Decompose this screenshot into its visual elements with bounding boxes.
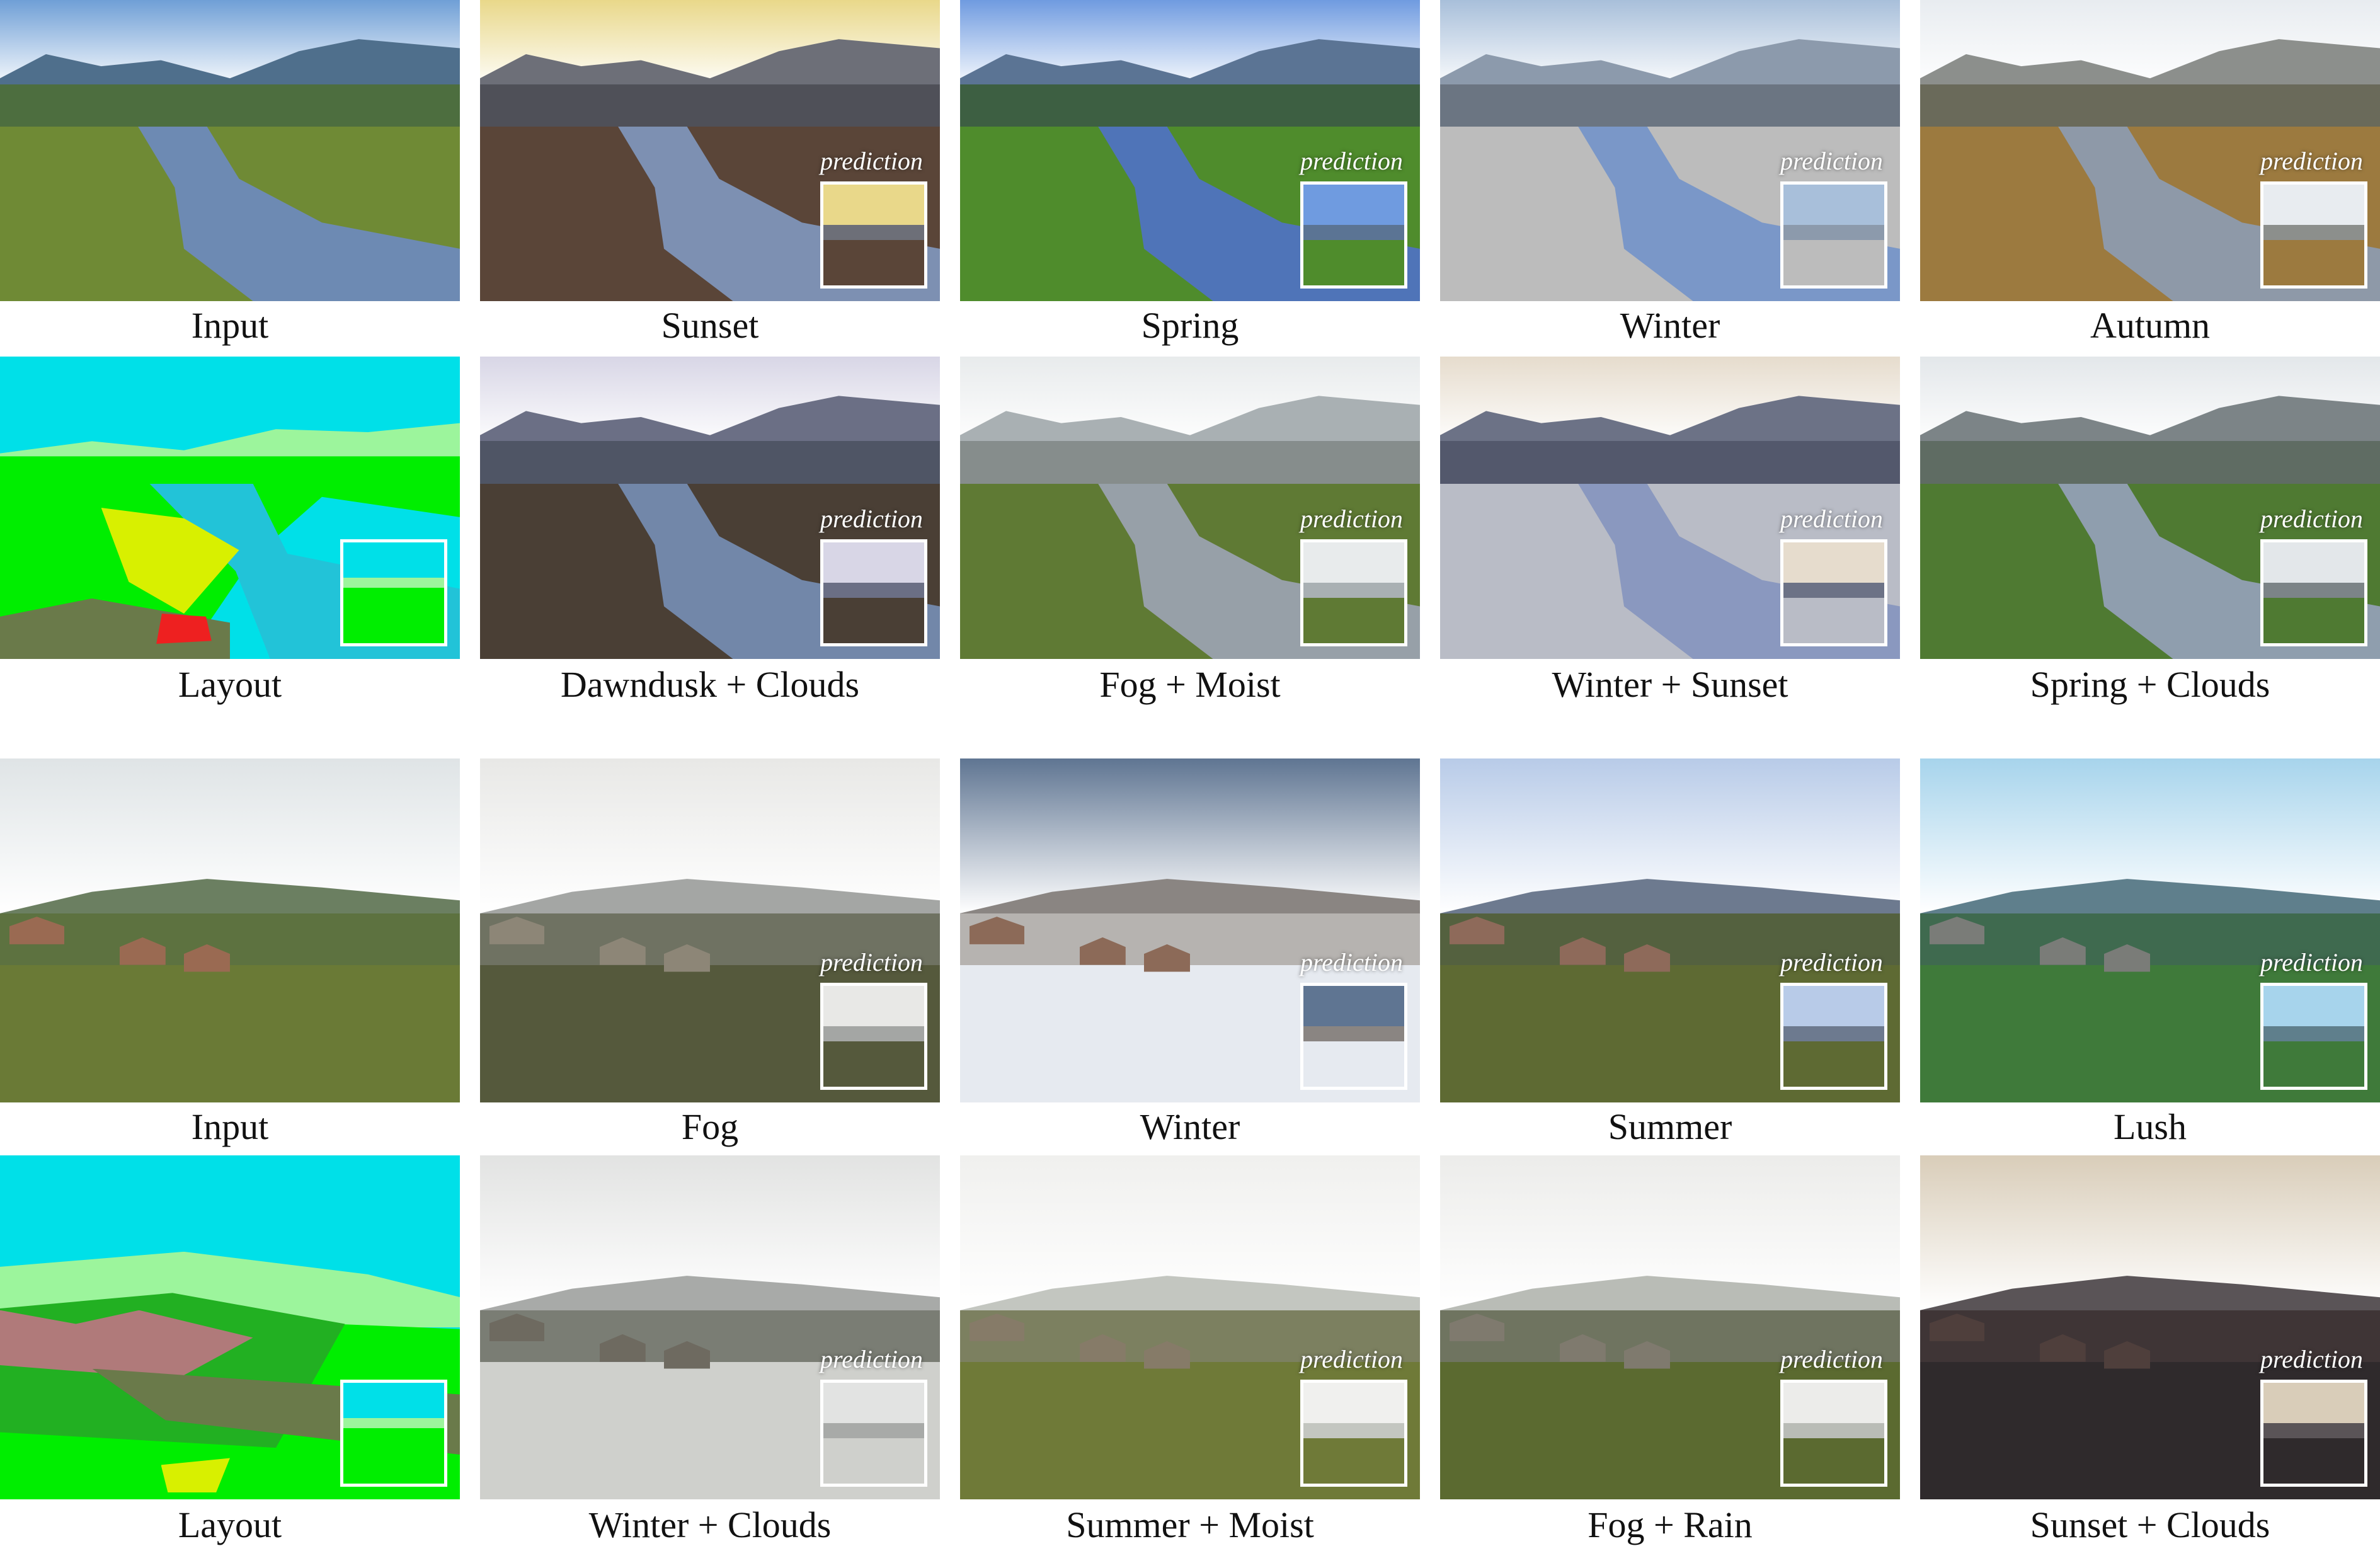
- prediction-inset: [1780, 1380, 1887, 1487]
- prediction-inset: [1780, 539, 1887, 646]
- panel-image: prediction: [1440, 0, 1900, 301]
- figure-panel: Input: [0, 0, 460, 352]
- panel-image: prediction: [1920, 357, 2380, 659]
- prediction-label: prediction: [820, 147, 923, 175]
- panel-caption: Sunset: [661, 305, 759, 346]
- panel-image: prediction: [960, 357, 1420, 659]
- figure-panel: prediction Winter: [1440, 0, 1900, 352]
- prediction-inset: [1780, 181, 1887, 289]
- panel-image: [0, 758, 460, 1102]
- prediction-inset: [340, 1380, 447, 1487]
- panel-caption: Spring + Clouds: [2030, 664, 2270, 705]
- panel-image: prediction: [960, 0, 1420, 301]
- prediction-label: prediction: [2260, 147, 2363, 175]
- panel-caption: Sunset + Clouds: [2030, 1504, 2270, 1545]
- panel-caption: Lush: [2114, 1106, 2187, 1147]
- panel-caption: Winter + Sunset: [1552, 664, 1788, 705]
- panel-image: prediction: [960, 758, 1420, 1102]
- panel-caption: Spring: [1141, 305, 1239, 346]
- prediction-label: prediction: [820, 505, 923, 533]
- figure-panel: Input: [0, 758, 460, 1153]
- figure-panel: prediction Fog: [480, 758, 940, 1153]
- figure-panel: prediction Winter + Clouds: [480, 1155, 940, 1551]
- prediction-label: prediction: [2260, 1345, 2363, 1373]
- figure-panel: prediction Spring + Clouds: [1920, 357, 2380, 711]
- prediction-inset: [340, 539, 447, 646]
- prediction-inset: [1300, 181, 1407, 289]
- prediction-inset: [1780, 983, 1887, 1090]
- prediction-label: prediction: [2260, 505, 2363, 533]
- prediction-inset: [820, 983, 927, 1090]
- figure-panel: prediction Dawndusk + Clouds: [480, 357, 940, 711]
- figure-panel: prediction Winter + Sunset: [1440, 357, 1900, 711]
- panel-caption: Summer + Moist: [1066, 1504, 1314, 1545]
- prediction-inset: [1300, 539, 1407, 646]
- panel-image: prediction: [1920, 1155, 2380, 1499]
- prediction-label: prediction: [1780, 505, 1883, 533]
- panel-caption: Input: [191, 305, 269, 346]
- panel-image: [0, 0, 460, 301]
- panel-image: prediction: [480, 357, 940, 659]
- layout-flower-label: [156, 614, 212, 644]
- panel-image: prediction: [1920, 0, 2380, 301]
- prediction-label: prediction: [820, 1345, 923, 1373]
- field-ground: [0, 964, 460, 1102]
- panel-caption: Layout: [178, 1504, 282, 1545]
- panel-caption: Input: [191, 1106, 269, 1147]
- panel-image: prediction: [1440, 758, 1900, 1102]
- panel-image: prediction: [480, 1155, 940, 1499]
- prediction-label: prediction: [1780, 948, 1883, 976]
- figure-panel: Layout: [0, 1155, 460, 1551]
- prediction-label: prediction: [820, 948, 923, 976]
- figure-panel: prediction Fog + Moist: [960, 357, 1420, 711]
- figure-panel: prediction Spring: [960, 0, 1420, 352]
- panel-caption: Autumn: [2090, 305, 2211, 346]
- prediction-label: prediction: [1300, 147, 1403, 175]
- prediction-inset: [1300, 983, 1407, 1090]
- prediction-inset: [820, 181, 927, 289]
- figure-panel: prediction Summer + Moist: [960, 1155, 1420, 1551]
- panel-image: prediction: [1440, 1155, 1900, 1499]
- figure-panel: prediction Summer: [1440, 758, 1900, 1153]
- figure-panel: prediction Lush: [1920, 758, 2380, 1153]
- prediction-label: prediction: [1300, 1345, 1403, 1373]
- panel-image: prediction: [480, 0, 940, 301]
- panel-caption: Winter + Clouds: [588, 1504, 832, 1545]
- panel-image: prediction: [960, 1155, 1420, 1499]
- prediction-inset: [2260, 181, 2367, 289]
- prediction-inset: [820, 1380, 927, 1487]
- panel-image: [0, 357, 460, 659]
- prediction-inset: [820, 539, 927, 646]
- prediction-label: prediction: [1780, 1345, 1883, 1373]
- prediction-label: prediction: [2260, 948, 2363, 976]
- panel-image: prediction: [1920, 758, 2380, 1102]
- figure-panel: prediction Sunset: [480, 0, 940, 352]
- panel-caption: Fog + Rain: [1588, 1504, 1753, 1545]
- prediction-label: prediction: [1300, 948, 1403, 976]
- figure-panel: prediction Autumn: [1920, 0, 2380, 352]
- prediction-label: prediction: [1780, 147, 1883, 175]
- figure-panel: prediction Winter: [960, 758, 1420, 1153]
- panel-image: [0, 1155, 460, 1499]
- panel-caption: Fog + Moist: [1099, 664, 1281, 705]
- figure-panel: prediction Fog + Rain: [1440, 1155, 1900, 1551]
- prediction-inset: [2260, 983, 2367, 1090]
- prediction-label: prediction: [1300, 505, 1403, 533]
- panel-caption: Winter: [1140, 1106, 1240, 1147]
- figure-panel: prediction Sunset + Clouds: [1920, 1155, 2380, 1551]
- panel-caption: Layout: [178, 664, 282, 705]
- prediction-inset: [2260, 539, 2367, 646]
- prediction-inset: [2260, 1380, 2367, 1487]
- panel-caption: Winter: [1620, 305, 1720, 346]
- panel-image: prediction: [480, 758, 940, 1102]
- panel-caption: Fog: [681, 1106, 739, 1147]
- panel-caption: Dawndusk + Clouds: [560, 664, 860, 705]
- panel-image: prediction: [1440, 357, 1900, 659]
- figure-panel: Layout: [0, 357, 460, 711]
- prediction-inset: [1300, 1380, 1407, 1487]
- panel-caption: Summer: [1608, 1106, 1732, 1147]
